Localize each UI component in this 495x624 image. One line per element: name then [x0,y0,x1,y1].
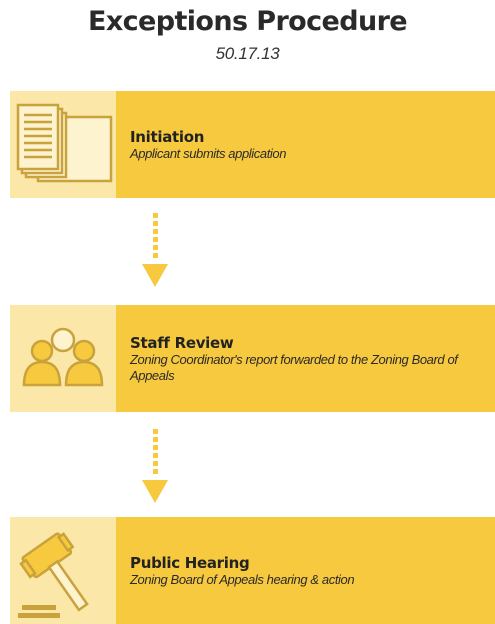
step-label: Initiation [130,127,205,146]
step-description: Zoning Coordinator's report forwarded to… [130,351,458,383]
step-description: Applicant submits application [130,145,287,161]
page-subtitle: 50.17.13 [215,44,280,63]
down-arrow-icon [142,429,168,503]
step-public-hearing: Public Hearing Zoning Board of Appeals h… [10,517,495,624]
down-arrow-icon [142,213,168,287]
flow-arrow-connector [140,429,170,505]
step-icon-panel [10,91,116,198]
page-title: Exceptions Procedure [87,6,408,37]
step-icon-panel [10,517,116,624]
step-initiation: Initiation Applicant submits application [10,91,495,198]
step-text-panel: Staff Review Zoning Coordinator's report… [116,305,495,412]
step-icon-panel [10,305,116,412]
step-text-panel: Initiation Applicant submits application [116,91,495,198]
step-text-panel: Public Hearing Zoning Board of Appeals h… [116,517,495,624]
step-label: Public Hearing [130,553,250,572]
step-description: Zoning Board of Appeals hearing & action [130,571,355,587]
flow-arrow-connector [140,213,170,289]
step-staff-review: Staff Review Zoning Coordinator's report… [10,305,495,412]
step-label: Staff Review [130,333,234,352]
